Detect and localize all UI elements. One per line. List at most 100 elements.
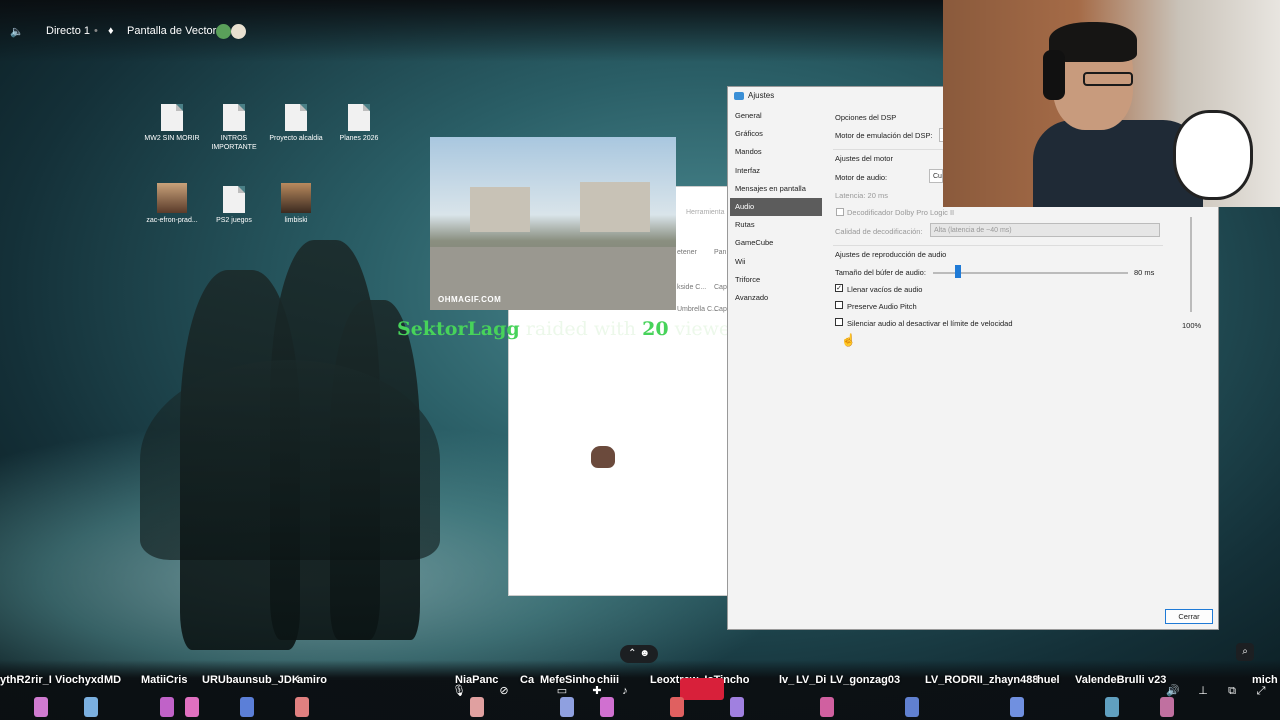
buffer-size-label: Tamaño del búfer de audio: [835,268,926,277]
camera-off-icon[interactable]: ⊘ [497,684,511,698]
latency-label: Latencia: 20 ms [835,191,888,200]
dolby-label: Decodificador Dolby Pro Logic II [847,208,955,217]
chat-username: ValendeBrulli [1075,674,1145,686]
background-window-title: Herramienta [686,209,725,216]
desktop-icon-label: Planes 2026 [339,135,379,142]
close-button[interactable]: Cerrar [1165,609,1213,624]
background-window-text: etener [677,249,697,256]
viewer-avatar[interactable] [216,24,231,39]
fullscreen-icon[interactable]: ⤢ [1254,684,1268,698]
gif-house [470,187,530,232]
chat-avatar-sprite [1160,697,1174,717]
chat-avatar-sprite [670,697,684,717]
chat-username: amiro [297,674,327,686]
separator-dot: • [94,25,98,37]
desktop-icon[interactable]: Proyecto alcaldia [265,104,327,143]
chat-avatar-sprite [600,697,614,717]
popout-icon[interactable]: ⧉ [1225,684,1239,698]
decode-quality-select[interactable]: Alta (latencia de ~40 ms) [930,223,1160,237]
desktop-icon-label: zac-efron-prad... [146,217,198,224]
pin-icon[interactable]: ⊥ [1196,684,1210,698]
gif-house [580,182,650,232]
playback-header: Ajustes de reproducción de audio [835,250,947,259]
chat-username: huel [1037,674,1060,686]
nav-item-paths[interactable]: Rutas [730,216,822,234]
gif-overlay: OHMAGIF.COM [430,137,676,310]
desktop-icon[interactable]: limbiski [265,183,327,225]
chat-username: Viochyxd [55,674,104,686]
mute-on-unlimited-label: Silenciar audio al desactivar el límite … [847,319,1013,328]
channel-name: Directo 1 [46,25,91,37]
chat-avatar-sprite [1105,697,1119,717]
dsp-header: Opciones del DSP [835,113,897,122]
mouse-cursor-icon: ☝ [841,333,856,347]
fill-gaps-checkbox[interactable]: ✓ [835,284,843,292]
preserve-pitch-checkbox[interactable] [835,301,843,309]
viewers-toggle-button[interactable]: ⌃ ☻ [620,645,658,663]
activity-icon[interactable]: ✚ [590,684,604,698]
nav-item-gamecube[interactable]: GameCube [730,234,822,252]
chat-avatar-sprite [160,697,174,717]
chat-avatar-sprite [240,697,254,717]
chat-username: MatiiCris [141,674,188,686]
nav-item-graphics[interactable]: Gráficos [730,125,822,143]
nav-item-controllers[interactable]: Mandos [730,143,822,161]
settings-nav: General Gráficos Mandos Interfaz Mensaje… [730,107,822,307]
chat-username: LV_gonzag03 [830,674,901,686]
desktop-icon-label: limbiski [284,217,308,224]
chat-username: ythR2 [0,674,31,686]
dsp-engine-label: Motor de emulación del DSP: [835,131,933,140]
chat-avatar-sprite [560,697,574,717]
chat-username: rir_I [31,674,52,686]
nav-item-audio[interactable]: Audio [730,197,822,217]
nav-item-osd[interactable]: Mensajes en pantalla [730,180,822,198]
nav-item-triforce[interactable]: Triforce [730,271,822,289]
chat-username: v23 [1148,674,1167,686]
viewer-avatar[interactable] [231,24,246,39]
background-window-text: kside C... [677,284,707,291]
background-window-text: Umbrella C... [677,306,718,313]
nav-item-wii[interactable]: Wii [730,253,822,271]
file-icon [161,104,183,131]
file-icon [223,186,245,213]
desktop-icon[interactable]: PS2 juegos [203,186,265,225]
buffer-slider[interactable] [933,272,1128,274]
volume-icon[interactable]: 🔊 [1166,684,1180,698]
buffer-size-value: 80 ms [1134,268,1155,277]
desktop-icon[interactable]: zac-efron-prad... [141,183,203,225]
nav-item-interface[interactable]: Interfaz [730,162,822,180]
microphone-icon[interactable]: 🎙 [452,684,466,698]
dolby-checkbox[interactable] [836,208,844,216]
nav-item-advanced[interactable]: Avanzado [730,289,822,307]
buffer-slider-thumb[interactable] [955,265,962,278]
speaker-icon[interactable]: 🔈 [10,25,24,38]
desktop-icon[interactable]: MW2 SIN MORIR [141,104,203,143]
fill-gaps-label: Llenar vacíos de audio [847,285,923,294]
nav-item-general[interactable]: General [730,107,822,125]
desktop-icon[interactable]: Planes 2026 [328,104,390,143]
dialog-title: Ajustes [748,91,775,100]
chat-avatar-sprite [730,697,744,717]
chat-avatar-sprite [84,697,98,717]
webcam-feed [943,0,1280,207]
end-call-button[interactable] [680,678,724,700]
audio-engine-select[interactable]: Cu [929,169,943,183]
preserve-pitch-label: Preserve Audio Pitch [847,302,917,311]
raid-count: 20 [642,318,669,340]
soundboard-icon[interactable]: ♪ [618,684,632,698]
zoom-icon[interactable]: ⌕ [1236,643,1254,661]
chat-username: URUbaunsub_JDK [202,674,300,686]
background-window-text: Cap [714,284,727,291]
screen-share-button-icon[interactable]: ▭ [555,684,569,698]
chat-username: LV_RODRII_zhayn488 [925,674,1039,686]
volume-slider[interactable] [1190,217,1192,312]
wallpaper-figure [140,360,440,560]
audio-engine-label: Motor de audio: [835,173,888,182]
background-window-text: Pan [714,249,727,256]
desktop-icon-label: PS2 juegos [216,217,252,224]
raid-user: SektorLagg [397,318,520,340]
file-icon [285,104,307,131]
desktop-icon[interactable]: INTROS IMPORTANTE [203,104,265,152]
chat-avatar-sprite [820,697,834,717]
mute-on-unlimited-checkbox[interactable] [835,318,843,326]
